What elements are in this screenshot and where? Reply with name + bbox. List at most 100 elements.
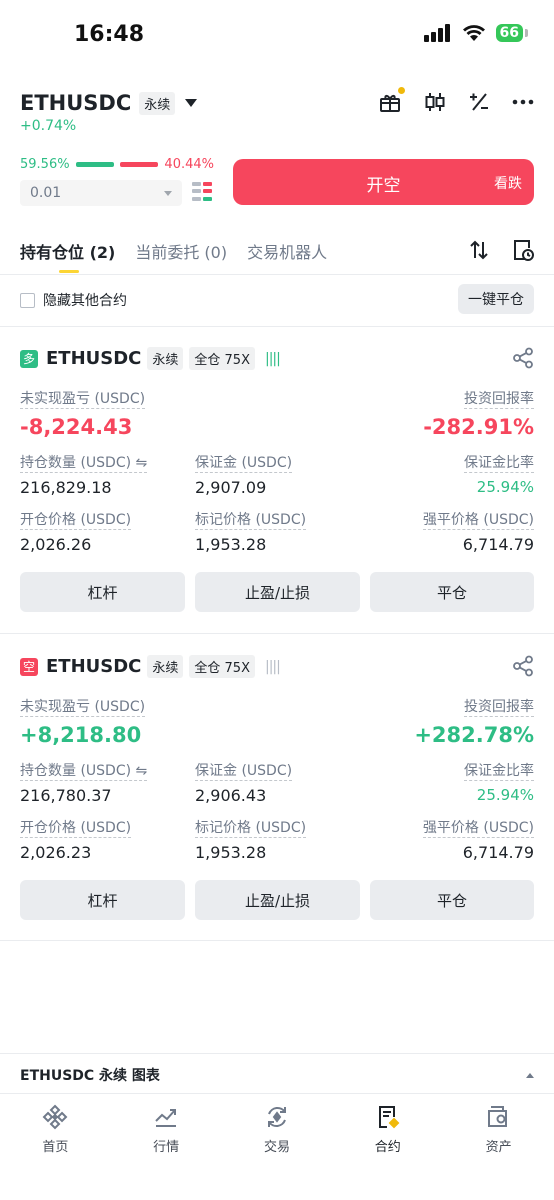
contract-chip: 永续 — [147, 347, 184, 370]
tp-sl-button[interactable]: 止盈/止损 — [195, 572, 360, 612]
roi-value: -282.91% — [423, 415, 534, 439]
close-position-button[interactable]: 平仓 — [370, 880, 534, 920]
tab-actions — [468, 238, 534, 262]
position-card-long: 多 ETHUSDC 永续 全仓 75X |||| 未实现盈亏 (USDC) -8… — [0, 327, 554, 617]
status-time: 16:48 — [74, 22, 145, 47]
roi-label: 投资回报率 — [464, 699, 534, 717]
nav-markets-label: 行情 — [153, 1140, 180, 1155]
calculator-icon[interactable] — [468, 91, 490, 113]
chevron-down-icon — [185, 99, 198, 107]
entry-price-value: 2,026.23 — [20, 843, 92, 862]
gift-icon[interactable] — [378, 87, 405, 114]
margin-label: 保证金 (USDC) — [195, 455, 293, 473]
leverage-button[interactable]: 杠杆 — [20, 880, 185, 920]
futures-icon — [378, 1106, 400, 1129]
quantity-select[interactable]: 0.01 — [20, 180, 182, 206]
unrealized-pnl-label: 未实现盈亏 (USDC) — [20, 391, 146, 409]
tp-sl-button[interactable]: 止盈/止损 — [195, 880, 360, 920]
buy-ratio-bar — [75, 162, 114, 167]
close-position-button[interactable]: 平仓 — [370, 572, 534, 612]
position-symbol: ETHUSDC — [46, 656, 142, 677]
notification-dot — [398, 87, 405, 94]
open-short-button[interactable]: 开空 看跌 — [233, 159, 534, 205]
buy-ratio: 59.56% — [20, 157, 70, 172]
candlestick-icon[interactable] — [424, 90, 446, 114]
liq-price-value: 6,714.79 — [462, 843, 534, 862]
nav-futures[interactable]: 合约 — [348, 1104, 428, 1155]
signal-icon — [423, 24, 450, 42]
position-size-label[interactable]: 持仓数量 (USDC) ⇋ — [20, 762, 148, 781]
nav-markets[interactable]: 行情 — [126, 1104, 206, 1155]
sell-ratio: 40.44% — [164, 157, 214, 172]
card-divider — [0, 940, 554, 941]
tab-open-orders[interactable]: 当前委托 (0) — [135, 239, 227, 263]
unrealized-pnl-value: -8,224.43 — [20, 415, 133, 439]
unrealized-pnl-label: 未实现盈亏 (USDC) — [20, 699, 146, 717]
adl-indicator-icon: |||| — [264, 658, 281, 675]
nav-home[interactable]: 首页 — [15, 1104, 95, 1155]
symbol-selector[interactable]: ETHUSDC 永续 — [20, 91, 198, 115]
long-short-ratio: 59.56% 40.44% — [20, 157, 214, 172]
long-badge: 多 — [20, 349, 38, 368]
share-icon[interactable] — [512, 347, 534, 369]
margin-value: 2,906.43 — [195, 786, 267, 805]
share-icon[interactable] — [512, 655, 534, 677]
orderbook-layout-icon[interactable] — [192, 182, 212, 202]
hide-others-toggle[interactable]: 隐藏其他合约 — [20, 290, 127, 310]
wallet-icon — [487, 1106, 507, 1127]
hide-others-checkbox[interactable] — [20, 292, 35, 308]
nav-futures-label: 合约 — [374, 1140, 401, 1155]
close-all-button[interactable]: 一键平仓 — [458, 284, 534, 314]
markets-icon — [155, 1109, 177, 1127]
entry-price-value: 2,026.26 — [20, 535, 92, 554]
price-change: +0.74% — [20, 118, 77, 134]
nav-trade[interactable]: 交易 — [237, 1104, 317, 1155]
roi-label: 投资回报率 — [464, 391, 534, 409]
card-divider — [0, 633, 554, 634]
margin-ratio-label: 保证金比率 — [464, 455, 534, 473]
battery-indicator: 66 — [495, 24, 528, 42]
unrealized-pnl-value: +8,218.80 — [20, 723, 142, 747]
active-tab-indicator — [59, 270, 79, 273]
clipped-order-row — [236, 141, 534, 147]
tabs-divider — [0, 274, 554, 275]
margin-mode-chip[interactable]: 全仓 75X — [189, 347, 255, 370]
mark-price-label: 标记价格 (USDC) — [195, 820, 307, 838]
more-icon[interactable] — [512, 99, 534, 105]
liq-price-label: 强平价格 (USDC) — [422, 820, 534, 838]
open-short-sub-label: 看跌 — [494, 176, 522, 192]
position-card-short: 空 ETHUSDC 永续 全仓 75X |||| 未实现盈亏 (USDC) +8… — [0, 635, 554, 925]
nav-assets-label: 资产 — [485, 1140, 512, 1155]
entry-price-label: 开仓价格 (USDC) — [20, 820, 132, 838]
nav-assets[interactable]: 资产 — [459, 1104, 539, 1155]
leverage-button[interactable]: 杠杆 — [20, 572, 185, 612]
tab-positions[interactable]: 持有仓位 (2) — [20, 239, 115, 263]
history-icon[interactable] — [512, 238, 534, 262]
tab-trading-bots[interactable]: 交易机器人 — [247, 239, 327, 263]
adl-indicator-icon: |||| — [264, 350, 281, 367]
short-badge: 空 — [20, 657, 38, 676]
contract-type-tag: 永续 — [139, 91, 176, 115]
position-size-value: 216,829.18 — [20, 478, 112, 497]
bottom-nav: 首页 行情 交易 合约 资产 — [0, 1094, 554, 1200]
margin-mode-chip[interactable]: 全仓 75X — [189, 655, 255, 678]
battery-tip — [525, 29, 528, 37]
quantity-value: 0.01 — [30, 185, 62, 201]
chart-drawer-toggle[interactable]: ETHUSDC 永续 图表 — [20, 1065, 534, 1085]
header-actions — [378, 87, 534, 114]
wifi-icon — [462, 25, 485, 41]
roi-value: +282.78% — [414, 723, 534, 747]
position-size-label[interactable]: 持仓数量 (USDC) ⇋ — [20, 454, 148, 473]
hide-others-label: 隐藏其他合约 — [43, 293, 127, 309]
position-size-value: 216,780.37 — [20, 786, 112, 805]
margin-label: 保证金 (USDC) — [195, 763, 293, 781]
margin-ratio-value: 25.94% — [476, 786, 534, 804]
contract-chip: 永续 — [147, 655, 184, 678]
position-title-row: 多 ETHUSDC 永续 全仓 75X |||| — [20, 347, 281, 370]
trade-icon — [267, 1107, 286, 1127]
sort-icon[interactable] — [468, 239, 490, 261]
position-symbol: ETHUSDC — [46, 348, 142, 369]
chart-bar-label: ETHUSDC 永续 图表 — [20, 1068, 160, 1084]
mark-price-value: 1,953.28 — [195, 843, 267, 862]
position-title-row: 空 ETHUSDC 永续 全仓 75X |||| — [20, 655, 281, 678]
